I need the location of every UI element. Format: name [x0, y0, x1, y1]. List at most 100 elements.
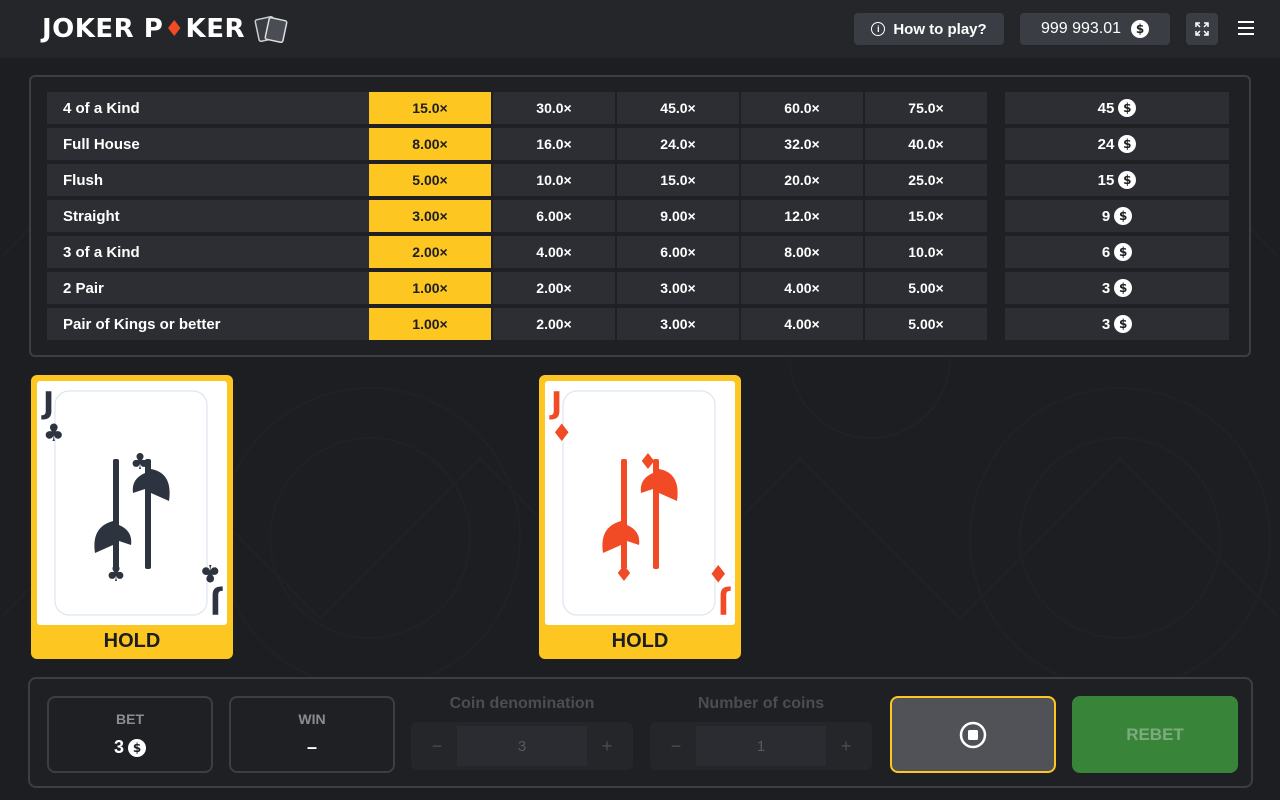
number-of-coins-minus-button[interactable]: −: [656, 722, 696, 770]
coin-denomination-stepper: − +: [411, 722, 633, 770]
coin-denomination-label: Coin denomination: [449, 695, 595, 712]
bottom-controls: BET 3 $ WIN – Coin denomination − + Numb…: [28, 677, 1253, 788]
card-suit-bottom: ♦: [707, 559, 729, 587]
hamburger-menu-icon[interactable]: [1234, 16, 1258, 40]
rebet-button[interactable]: REBET: [1072, 696, 1238, 773]
coin-denomination-plus-button[interactable]: +: [587, 722, 627, 770]
card-slot-2[interactable]: J ♦ J ♦ ♦ ♦ HOLD: [539, 375, 741, 659]
coin-icon: $: [1118, 171, 1137, 189]
multiplier-cell: 25.0×: [865, 164, 987, 196]
payout-cell: 3 $: [1005, 272, 1229, 304]
payout-value: 9: [1101, 207, 1111, 225]
number-of-coins-input[interactable]: [696, 726, 826, 766]
card-rank-top: J: [549, 386, 562, 421]
multiplier-cell: 1.00×: [369, 272, 491, 304]
paytable-row: Straight 3.00× 6.00× 9.00× 12.0× 15.0× 9 $: [47, 200, 1229, 232]
hand-name: Flush: [47, 164, 369, 196]
card-rank-top: J: [41, 386, 54, 421]
card-slot-1[interactable]: J ♣ J ♣ ♣ ♣ HOLD: [31, 375, 233, 659]
number-of-coins-control: Number of coins − +: [650, 695, 872, 775]
playing-card[interactable]: J ♣ J ♣ ♣ ♣: [37, 381, 227, 625]
fullscreen-button[interactable]: [1186, 13, 1218, 45]
multiplier-cell: 60.0×: [741, 92, 863, 124]
multiplier-cell: 15.0×: [369, 92, 491, 124]
coin-icon: $: [128, 738, 146, 757]
multiplier-cell: 15.0×: [865, 200, 987, 232]
coin-icon: $: [1118, 135, 1137, 153]
payout-value: 24: [1097, 135, 1115, 153]
card-rank-bottom: J: [210, 585, 223, 620]
hand-name: Full House: [47, 128, 369, 160]
multiplier-cell: 2.00×: [493, 272, 615, 304]
cards-logo-icon: [254, 15, 288, 44]
multiplier-cell: 8.00×: [369, 128, 491, 160]
multiplier-cell: 8.00×: [741, 236, 863, 268]
coin-denomination-minus-button[interactable]: −: [417, 722, 457, 770]
payout-value: 6: [1101, 243, 1111, 261]
svg-text:♦: ♦: [638, 450, 658, 475]
paytable-row: 4 of a Kind 15.0× 30.0× 45.0× 60.0× 75.0× 45 $: [47, 92, 1229, 124]
multiplier-cell: 3.00×: [617, 308, 739, 340]
card-suit-top: ♣: [43, 419, 65, 447]
number-of-coins-label: Number of coins: [697, 695, 825, 712]
payout-value: 15: [1097, 171, 1115, 189]
coin-denomination-input[interactable]: [457, 726, 587, 766]
paytable-row: Full House 8.00× 16.0× 24.0× 32.0× 40.0× 24 $: [47, 128, 1229, 160]
bet-label: BET: [116, 711, 144, 727]
multiplier-cell: 6.00×: [617, 236, 739, 268]
multiplier-cell: 20.0×: [741, 164, 863, 196]
card-rank-bottom: J: [718, 585, 731, 620]
paytable-row: 3 of a Kind 2.00× 4.00× 6.00× 8.00× 10.0× 6 $: [47, 236, 1229, 268]
card-suit-top: ♦: [551, 419, 573, 447]
hold-button[interactable]: HOLD: [539, 627, 741, 655]
paytable-row: Pair of Kings or better 1.00× 2.00× 3.00× 4.…: [47, 308, 1229, 340]
svg-text:♦: ♦: [614, 562, 634, 587]
logo-diamond: ♦: [164, 16, 185, 42]
paytable-row: Flush 5.00× 10.0× 15.0× 20.0× 25.0× 15 $: [47, 164, 1229, 196]
top-bar: JOKER P ♦ KER i How to play? 999 993.01 $: [0, 0, 1280, 58]
payout-cell: 9 $: [1005, 200, 1229, 232]
balance-value: 999 993.01: [1040, 20, 1122, 37]
multiplier-cell: 3.00×: [617, 272, 739, 304]
multiplier-cell: 40.0×: [865, 128, 987, 160]
svg-text:♣: ♣: [106, 562, 126, 587]
hold-button[interactable]: HOLD: [31, 627, 233, 655]
bet-display: BET 3 $: [47, 696, 213, 773]
win-value: –: [306, 737, 317, 757]
coin-icon: $: [1114, 243, 1133, 261]
multiplier-cell: 4.00×: [741, 308, 863, 340]
balance-display: 999 993.01 $: [1020, 13, 1170, 45]
coin-icon: $: [1114, 279, 1133, 297]
multiplier-cell: 6.00×: [493, 200, 615, 232]
coin-icon: $: [1131, 20, 1150, 38]
multiplier-cell: 32.0×: [741, 128, 863, 160]
playing-card[interactable]: J ♦ J ♦ ♦ ♦: [545, 381, 735, 625]
hand-name: 2 Pair: [47, 272, 369, 304]
bet-value-group: 3 $: [114, 737, 146, 758]
win-label: WIN: [298, 711, 326, 727]
how-to-play-button[interactable]: i How to play?: [854, 13, 1004, 45]
multiplier-cell: 5.00×: [865, 308, 987, 340]
multiplier-cell: 30.0×: [493, 92, 615, 124]
multiplier-cell: 15.0×: [617, 164, 739, 196]
how-to-play-label: How to play?: [893, 20, 987, 38]
multiplier-cell: 5.00×: [369, 164, 491, 196]
multiplier-cell: 16.0×: [493, 128, 615, 160]
svg-text:♣: ♣: [130, 450, 150, 475]
multiplier-cell: 4.00×: [493, 236, 615, 268]
fullscreen-icon: [1195, 22, 1209, 36]
coin-icon: $: [1114, 207, 1133, 225]
multiplier-cell: 12.0×: [741, 200, 863, 232]
number-of-coins-plus-button[interactable]: +: [826, 722, 866, 770]
coin-icon: $: [1114, 315, 1133, 333]
info-icon: i: [871, 22, 886, 36]
multiplier-cell: 5.00×: [865, 272, 987, 304]
hand-name: 3 of a Kind: [47, 236, 369, 268]
hand-name: Pair of Kings or better: [47, 308, 369, 340]
paytable: 4 of a Kind 15.0× 30.0× 45.0× 60.0× 75.0× 45 $ F…: [29, 75, 1251, 357]
stop-autoplay-button[interactable]: [890, 696, 1056, 773]
hand-name: Straight: [47, 200, 369, 232]
win-display: WIN –: [229, 696, 395, 773]
hand-name: 4 of a Kind: [47, 92, 369, 124]
multiplier-cell: 9.00×: [617, 200, 739, 232]
